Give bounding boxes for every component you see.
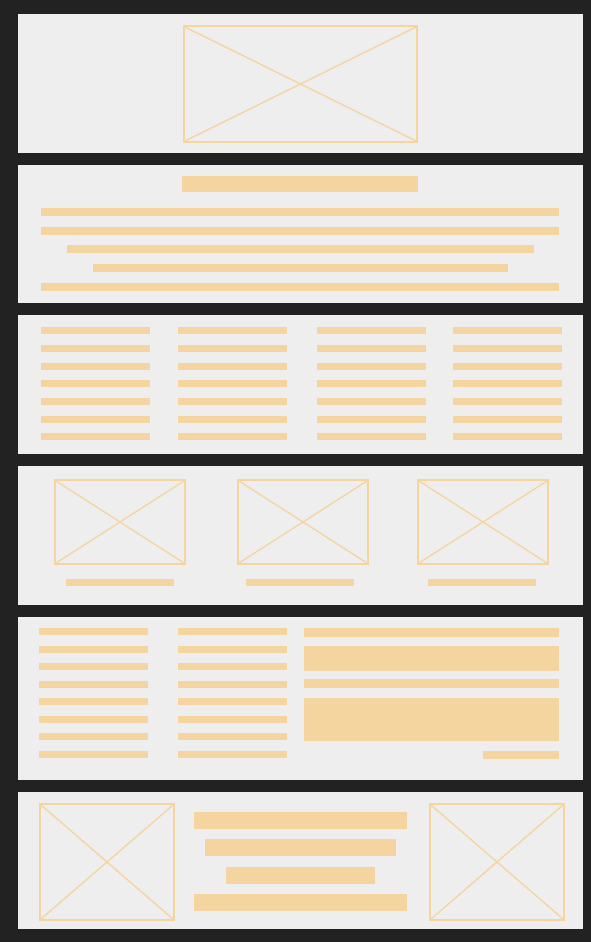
column-text-line — [41, 327, 150, 334]
column-text-line — [39, 698, 148, 705]
column-text-line — [39, 681, 148, 688]
content-line — [304, 679, 559, 688]
column-text-line — [317, 416, 426, 423]
content-link-bar — [483, 751, 559, 759]
column-text-line — [317, 433, 426, 440]
paragraph-line — [67, 245, 534, 253]
content-block — [304, 698, 559, 741]
column-text-line — [317, 327, 426, 334]
column-text-line — [453, 363, 562, 370]
left-image-placeholder — [39, 803, 175, 921]
column-text-line — [178, 628, 287, 635]
cross-icon — [419, 481, 547, 563]
column-text-line — [39, 663, 148, 670]
column-text-line — [178, 345, 287, 352]
column-text-line — [178, 646, 287, 653]
title-bar — [182, 176, 418, 192]
column-text-line — [39, 716, 148, 723]
hero-image-placeholder — [183, 25, 418, 143]
column-text-line — [39, 751, 148, 758]
column-text-line — [39, 733, 148, 740]
column-text-line — [178, 416, 287, 423]
column-text-line — [453, 398, 562, 405]
cross-icon — [239, 481, 367, 563]
center-text-bar — [194, 812, 407, 829]
column-text-line — [39, 646, 148, 653]
column-text-line — [317, 345, 426, 352]
paragraph-line — [41, 227, 559, 235]
column-text-line — [453, 380, 562, 387]
column-text-line — [178, 681, 287, 688]
cross-icon — [41, 805, 173, 919]
card-caption-bar — [428, 579, 536, 586]
column-text-line — [178, 733, 287, 740]
column-text-line — [41, 398, 150, 405]
column-text-line — [317, 380, 426, 387]
cross-icon — [56, 481, 184, 563]
column-text-line — [178, 380, 287, 387]
column-text-line — [178, 433, 287, 440]
section-title-paragraph — [18, 165, 583, 303]
column-text-line — [453, 416, 562, 423]
column-text-line — [317, 398, 426, 405]
column-text-line — [41, 380, 150, 387]
column-text-line — [39, 628, 148, 635]
section-image-text-image — [18, 792, 583, 929]
column-text-line — [41, 345, 150, 352]
center-text-bar — [226, 867, 375, 884]
column-text-line — [178, 363, 287, 370]
center-text-bar — [194, 894, 407, 911]
card-image-placeholder — [237, 479, 369, 565]
section-columns-and-content — [18, 617, 583, 780]
column-text-line — [178, 398, 287, 405]
cross-icon — [185, 27, 416, 141]
card-caption-bar — [246, 579, 354, 586]
content-block — [304, 646, 559, 671]
column-text-line — [178, 698, 287, 705]
column-text-line — [453, 327, 562, 334]
column-text-line — [41, 416, 150, 423]
paragraph-line — [41, 208, 559, 216]
content-heading-bar — [304, 628, 559, 637]
right-image-placeholder — [429, 803, 565, 921]
column-text-line — [178, 663, 287, 670]
column-text-line — [41, 433, 150, 440]
column-text-line — [178, 327, 287, 334]
card-image-placeholder — [54, 479, 186, 565]
column-text-line — [317, 363, 426, 370]
center-text-bar — [205, 839, 396, 856]
column-text-line — [178, 716, 287, 723]
card-image-placeholder — [417, 479, 549, 565]
column-text-line — [41, 363, 150, 370]
column-text-line — [453, 345, 562, 352]
wireframe-canvas — [0, 0, 591, 942]
paragraph-line — [41, 283, 559, 291]
section-hero — [18, 14, 583, 153]
cross-icon — [431, 805, 563, 919]
section-four-columns — [18, 315, 583, 454]
card-caption-bar — [66, 579, 174, 586]
paragraph-line — [93, 264, 508, 272]
section-image-cards — [18, 466, 583, 605]
column-text-line — [453, 433, 562, 440]
column-text-line — [178, 751, 287, 758]
